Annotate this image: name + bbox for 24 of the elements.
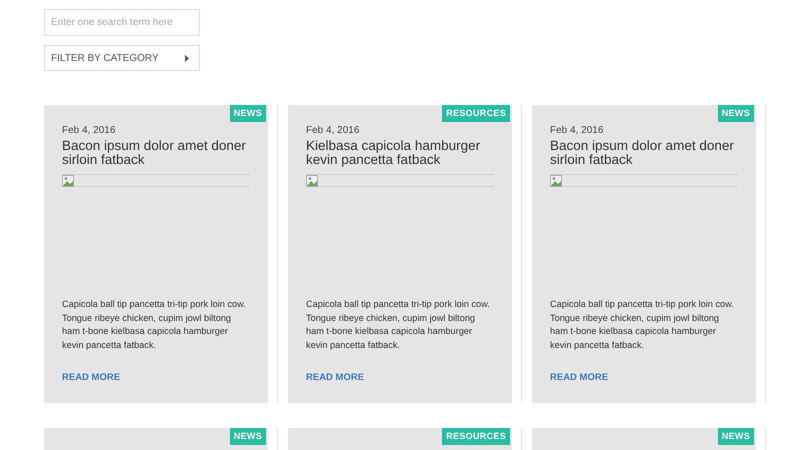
broken-image-icon [306,175,318,187]
post-date: Feb 4, 2016 [306,124,360,138]
category-badge: NEWS [718,428,754,445]
category-badge: RESOURCES [442,428,510,445]
read-more-link[interactable]: READ MORE [550,371,608,386]
category-badge: RESOURCES [442,105,510,122]
post-date: Feb 4, 2016 [550,124,604,138]
post-excerpt: Capicola ball tip pancetta tri-tip pork loin cow. Tongue ribeye chicken, cupim jowl biltong ham t-bone kielbasa capicola hamburger kevin pancetta fatback. [62,298,247,352]
post-excerpt: Capicola ball tip pancetta tri-tip pork loin cow. Tongue ribeye chicken, cupim jowl biltong ham t-bone kielbasa capicola hamburger kevin pancetta fatback. [550,298,735,352]
post-title: Bacon ipsum dolor amet doner sirloin fatback [62,139,247,167]
post-title: Bacon ipsum dolor amet doner sirloin fatback [550,139,735,167]
filter-dropdown[interactable]: FILTER BY CATEGORY [44,45,200,71]
post-date: Feb 4, 2016 [62,124,116,138]
post-title: Kielbasa capicola hamburger kevin pancetta fatback [306,139,482,167]
post-excerpt: Capicola ball tip pancetta tri-tip pork loin cow. Tongue ribeye chicken, cupim jowl biltong ham t-bone kielbasa capicola hamburger kevin pancetta fatback. [306,298,491,352]
category-badge: NEWS [230,428,266,445]
broken-image-icon [62,175,74,187]
category-badge: NEWS [718,105,754,122]
broken-image-icon [550,175,562,187]
category-badge: NEWS [230,105,266,122]
read-more-link[interactable]: READ MORE [62,371,120,386]
read-more-link[interactable]: READ MORE [306,371,364,386]
search-field[interactable]: Enter one search term here [44,9,200,36]
caret-icon [185,54,189,62]
